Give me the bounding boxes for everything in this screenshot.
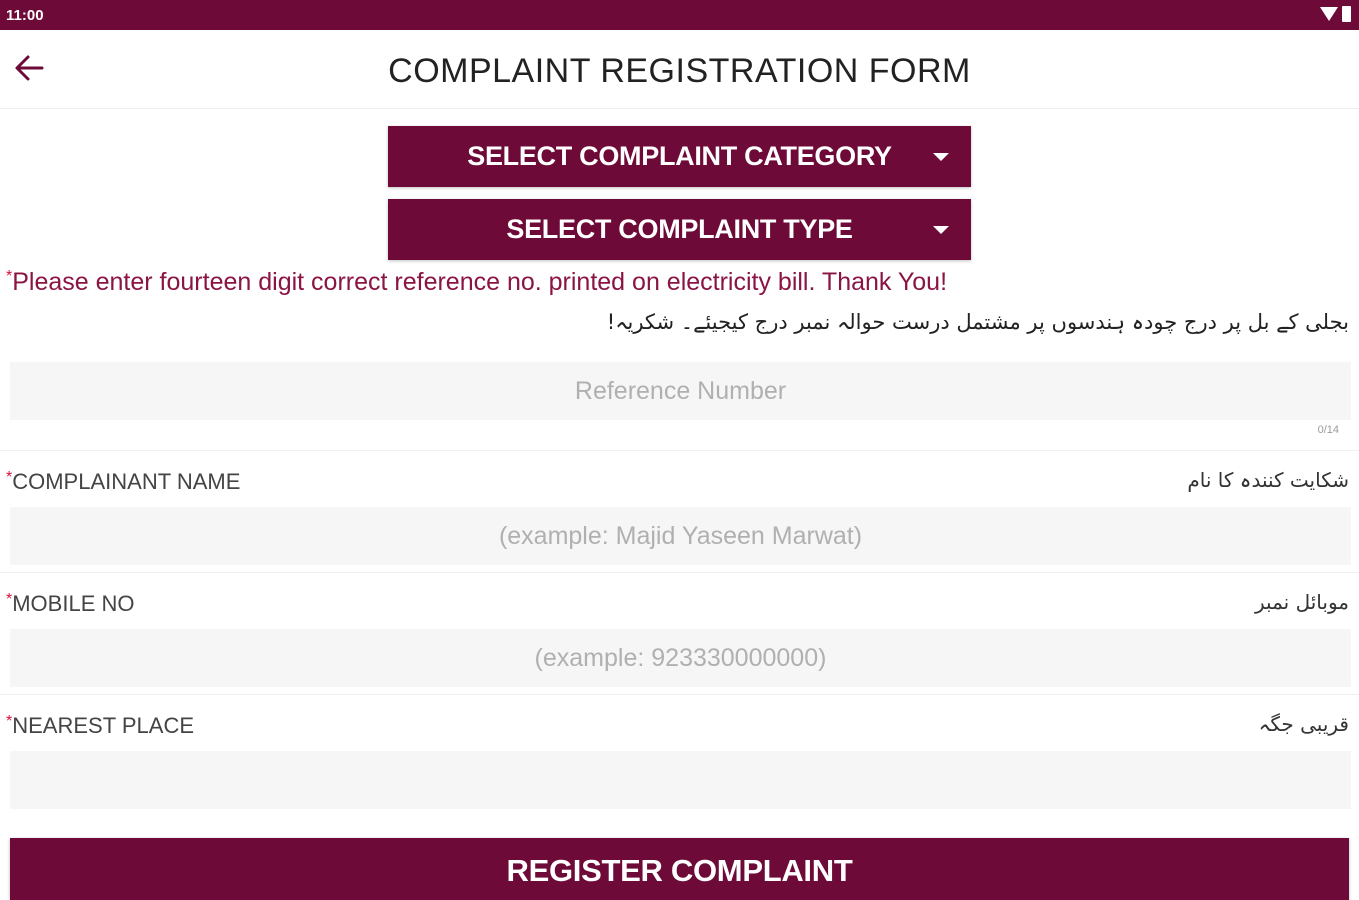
mobile-no-input[interactable]	[10, 629, 1351, 687]
status-time: 11:00	[6, 7, 44, 24]
mobile-no-label: *MOBILE NO	[6, 591, 134, 617]
complainant-name-label-text: COMPLAINANT NAME	[12, 469, 241, 494]
divider	[0, 450, 1359, 451]
mobile-no-label-text: MOBILE NO	[12, 591, 135, 616]
reference-notice-urdu: بجلی کے بل پر درج چودہ ہندسوں پر مشتمل د…	[606, 310, 1349, 334]
complaint-category-dropdown[interactable]: SELECT COMPLAINT CATEGORY	[388, 126, 971, 187]
reference-number-input[interactable]	[10, 362, 1351, 420]
complaint-type-dropdown[interactable]: SELECT COMPLAINT TYPE	[388, 199, 971, 260]
caret-down-icon	[933, 226, 949, 234]
register-complaint-button[interactable]: REGISTER COMPLAINT	[10, 838, 1349, 900]
complaint-category-label: SELECT COMPLAINT CATEGORY	[467, 141, 892, 171]
status-bar: 11:00	[0, 0, 1359, 30]
mobile-no-label-urdu: موبائل نمبر	[1255, 590, 1349, 614]
battery-icon	[1342, 6, 1351, 22]
divider	[0, 694, 1359, 695]
status-icons	[1320, 6, 1351, 22]
caret-down-icon	[933, 153, 949, 161]
nearest-place-label-urdu: قریبی جگہ	[1258, 712, 1349, 736]
reference-notice-english: *Please enter fourteen digit correct ref…	[6, 268, 947, 297]
complainant-name-label-urdu: شکایت کنندہ کا نام	[1187, 468, 1349, 492]
nearest-place-label-text: NEAREST PLACE	[12, 713, 195, 738]
divider	[0, 572, 1359, 573]
page-title: COMPLAINT REGISTRATION FORM	[388, 52, 971, 90]
complainant-name-label: *COMPLAINANT NAME	[6, 469, 240, 495]
complaint-type-label: SELECT COMPLAINT TYPE	[506, 214, 853, 244]
reference-char-counter: 0/14	[1317, 424, 1339, 436]
complainant-name-input[interactable]	[10, 507, 1351, 565]
wifi-icon	[1320, 7, 1338, 21]
register-complaint-label: REGISTER COMPLAINT	[506, 853, 853, 888]
nearest-place-input[interactable]	[10, 751, 1351, 809]
app-bar: COMPLAINT REGISTRATION FORM	[0, 30, 1359, 109]
reference-notice-english-text: Please enter fourteen digit correct refe…	[12, 268, 948, 296]
nearest-place-label: *NEAREST PLACE	[6, 713, 194, 739]
